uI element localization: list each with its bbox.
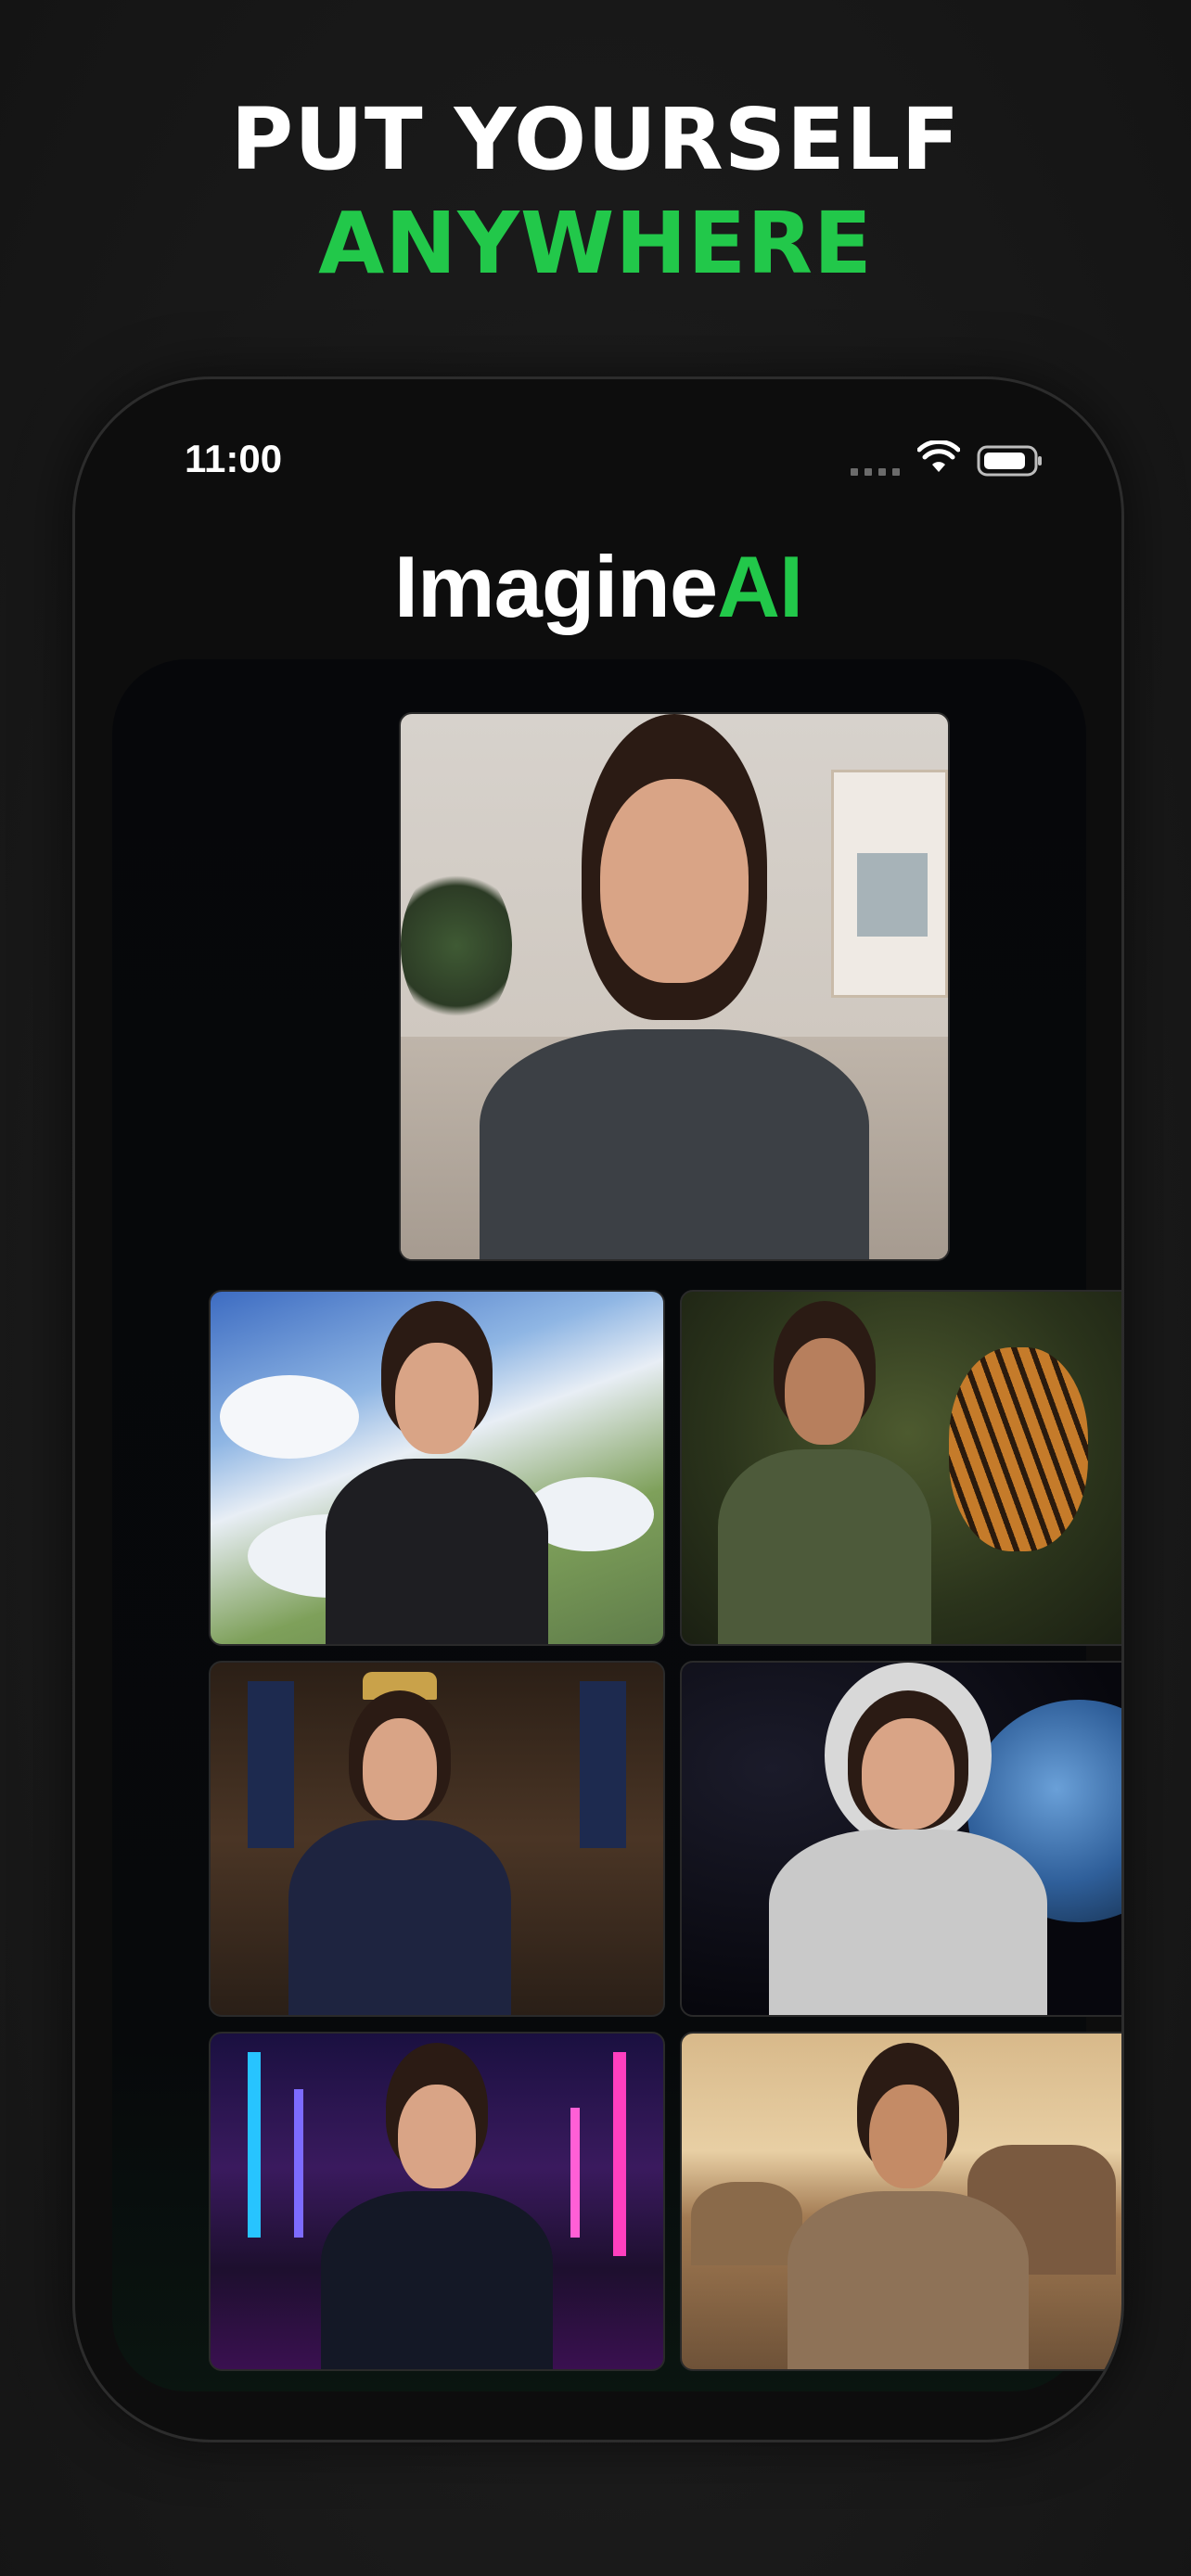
original-selfie-photo [399, 712, 950, 1261]
promo-headline: PUT YOURSELF ANYWHERE [0, 88, 1191, 296]
phone-frame: 11:00 ImagineAI [72, 376, 1124, 2442]
signal-dots-icon [851, 468, 900, 476]
photo-gallery [112, 659, 1121, 2391]
desert-explorer-photo [680, 2032, 1121, 2371]
app-store-screenshot: PUT YOURSELF ANYWHERE 11:00 ImagineAI [0, 0, 1191, 2576]
headline-line-1: PUT YOURSELF [230, 90, 961, 189]
status-time: 11:00 [185, 437, 283, 480]
royal-queen-photo [209, 1661, 665, 2017]
astronaut-photo [680, 1661, 1121, 2017]
brand-prefix: Imagine [393, 538, 718, 635]
wifi-icon [917, 440, 960, 472]
battery-icon [977, 445, 1042, 477]
app-logo: ImagineAI [75, 537, 1121, 637]
neon-city-photo [209, 2032, 665, 2371]
jungle-tiger-photo [680, 1290, 1121, 1646]
brand-suffix: AI [717, 538, 803, 635]
skydiving-photo [209, 1290, 665, 1646]
headline-line-2: ANYWHERE [318, 194, 873, 293]
